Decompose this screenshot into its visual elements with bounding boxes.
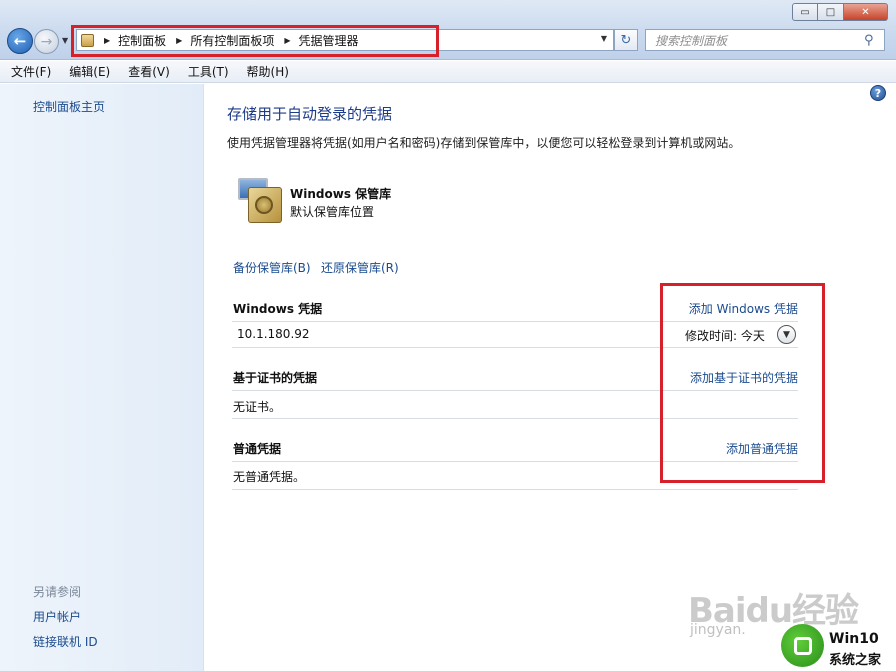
jingyan-watermark: jingyan. [690, 622, 746, 638]
no-certificates-text: 无证书。 [233, 400, 282, 414]
back-button[interactable]: ← [7, 28, 33, 54]
no-generic-credentials-text: 无普通凭据。 [233, 470, 306, 484]
divider [232, 489, 798, 490]
chevron-down-icon[interactable]: ▼ [601, 34, 607, 43]
menu-help[interactable]: 帮助(H) [244, 63, 292, 80]
forward-button[interactable]: → [34, 29, 59, 54]
refresh-button[interactable]: ↻ [614, 29, 638, 51]
window-controls: ▭ □ ✕ [792, 3, 888, 21]
logo-window-shape [793, 636, 812, 655]
recent-pages-dropdown[interactable]: ▼ [62, 36, 68, 45]
backup-vault-link[interactable]: 备份保管库(B) [233, 259, 311, 276]
search-placeholder: 搜索控制面板 [655, 33, 728, 48]
close-button[interactable]: ✕ [844, 3, 888, 21]
vault-icon [238, 175, 286, 225]
menu-bar: 文件(F) 编辑(E) 查看(V) 工具(T) 帮助(H) [0, 61, 896, 83]
vault-name: Windows 保管库 [290, 187, 392, 201]
left-pane: 控制面板主页 另请参阅 用户帐户 链接联机 ID [0, 84, 204, 671]
annotation-highlight-add-links [660, 283, 825, 483]
search-input[interactable]: 搜索控制面板 ⚲ [645, 29, 885, 51]
page-title: 存储用于自动登录的凭据 [227, 105, 393, 123]
win10-logo-icon [781, 624, 824, 667]
annotation-highlight-address [71, 25, 439, 57]
control-panel-home-link[interactable]: 控制面板主页 [33, 98, 105, 115]
user-accounts-link[interactable]: 用户帐户 [33, 608, 81, 625]
certificate-credentials-heading: 基于证书的凭据 [233, 371, 318, 385]
menu-edit[interactable]: 编辑(E) [66, 63, 113, 80]
vault-subtitle: 默认保管库位置 [290, 205, 375, 219]
windows-credentials-heading: Windows 凭据 [233, 302, 323, 316]
menu-tools[interactable]: 工具(T) [185, 63, 232, 80]
refresh-icon: ↻ [620, 32, 632, 48]
credential-item-name[interactable]: 10.1.180.92 [237, 327, 310, 341]
safe-dial-shape [255, 196, 273, 214]
see-also-heading: 另请参阅 [33, 585, 82, 599]
menu-file[interactable]: 文件(F) [8, 63, 54, 80]
help-icon[interactable]: ? [870, 85, 886, 101]
arrow-right-icon: → [40, 33, 53, 50]
link-online-id-link[interactable]: 链接联机 ID [33, 633, 98, 650]
site-watermark-text: 系统之家 [829, 653, 882, 668]
maximize-button[interactable]: □ [818, 3, 844, 21]
generic-credentials-heading: 普通凭据 [233, 442, 282, 456]
arrow-left-icon: ← [13, 32, 27, 50]
win10-watermark-text: Win10 [829, 631, 879, 647]
minimize-button[interactable]: ▭ [792, 3, 818, 21]
search-icon[interactable]: ⚲ [864, 33, 880, 48]
restore-vault-link[interactable]: 还原保管库(R) [321, 259, 399, 276]
page-description: 使用凭据管理器将凭据(如用户名和密码)存储到保管库中，以便您可以轻松登录到计算机… [227, 136, 741, 150]
menu-view[interactable]: 查看(V) [125, 63, 173, 80]
